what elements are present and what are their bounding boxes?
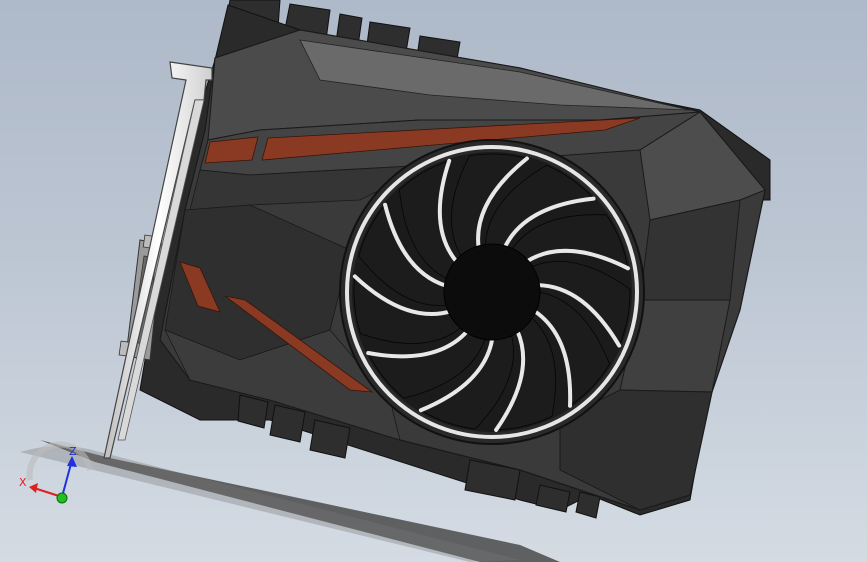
graphics-viewport[interactable]: Z X <box>0 0 867 562</box>
triad-x-arrow-icon <box>29 483 38 493</box>
triad-x-label: X <box>19 476 27 489</box>
triad-z-label: Z <box>69 445 77 458</box>
model-canvas[interactable]: Z X <box>0 0 867 562</box>
fan-hub <box>443 243 541 341</box>
triad-origin-y-icon <box>56 492 68 504</box>
